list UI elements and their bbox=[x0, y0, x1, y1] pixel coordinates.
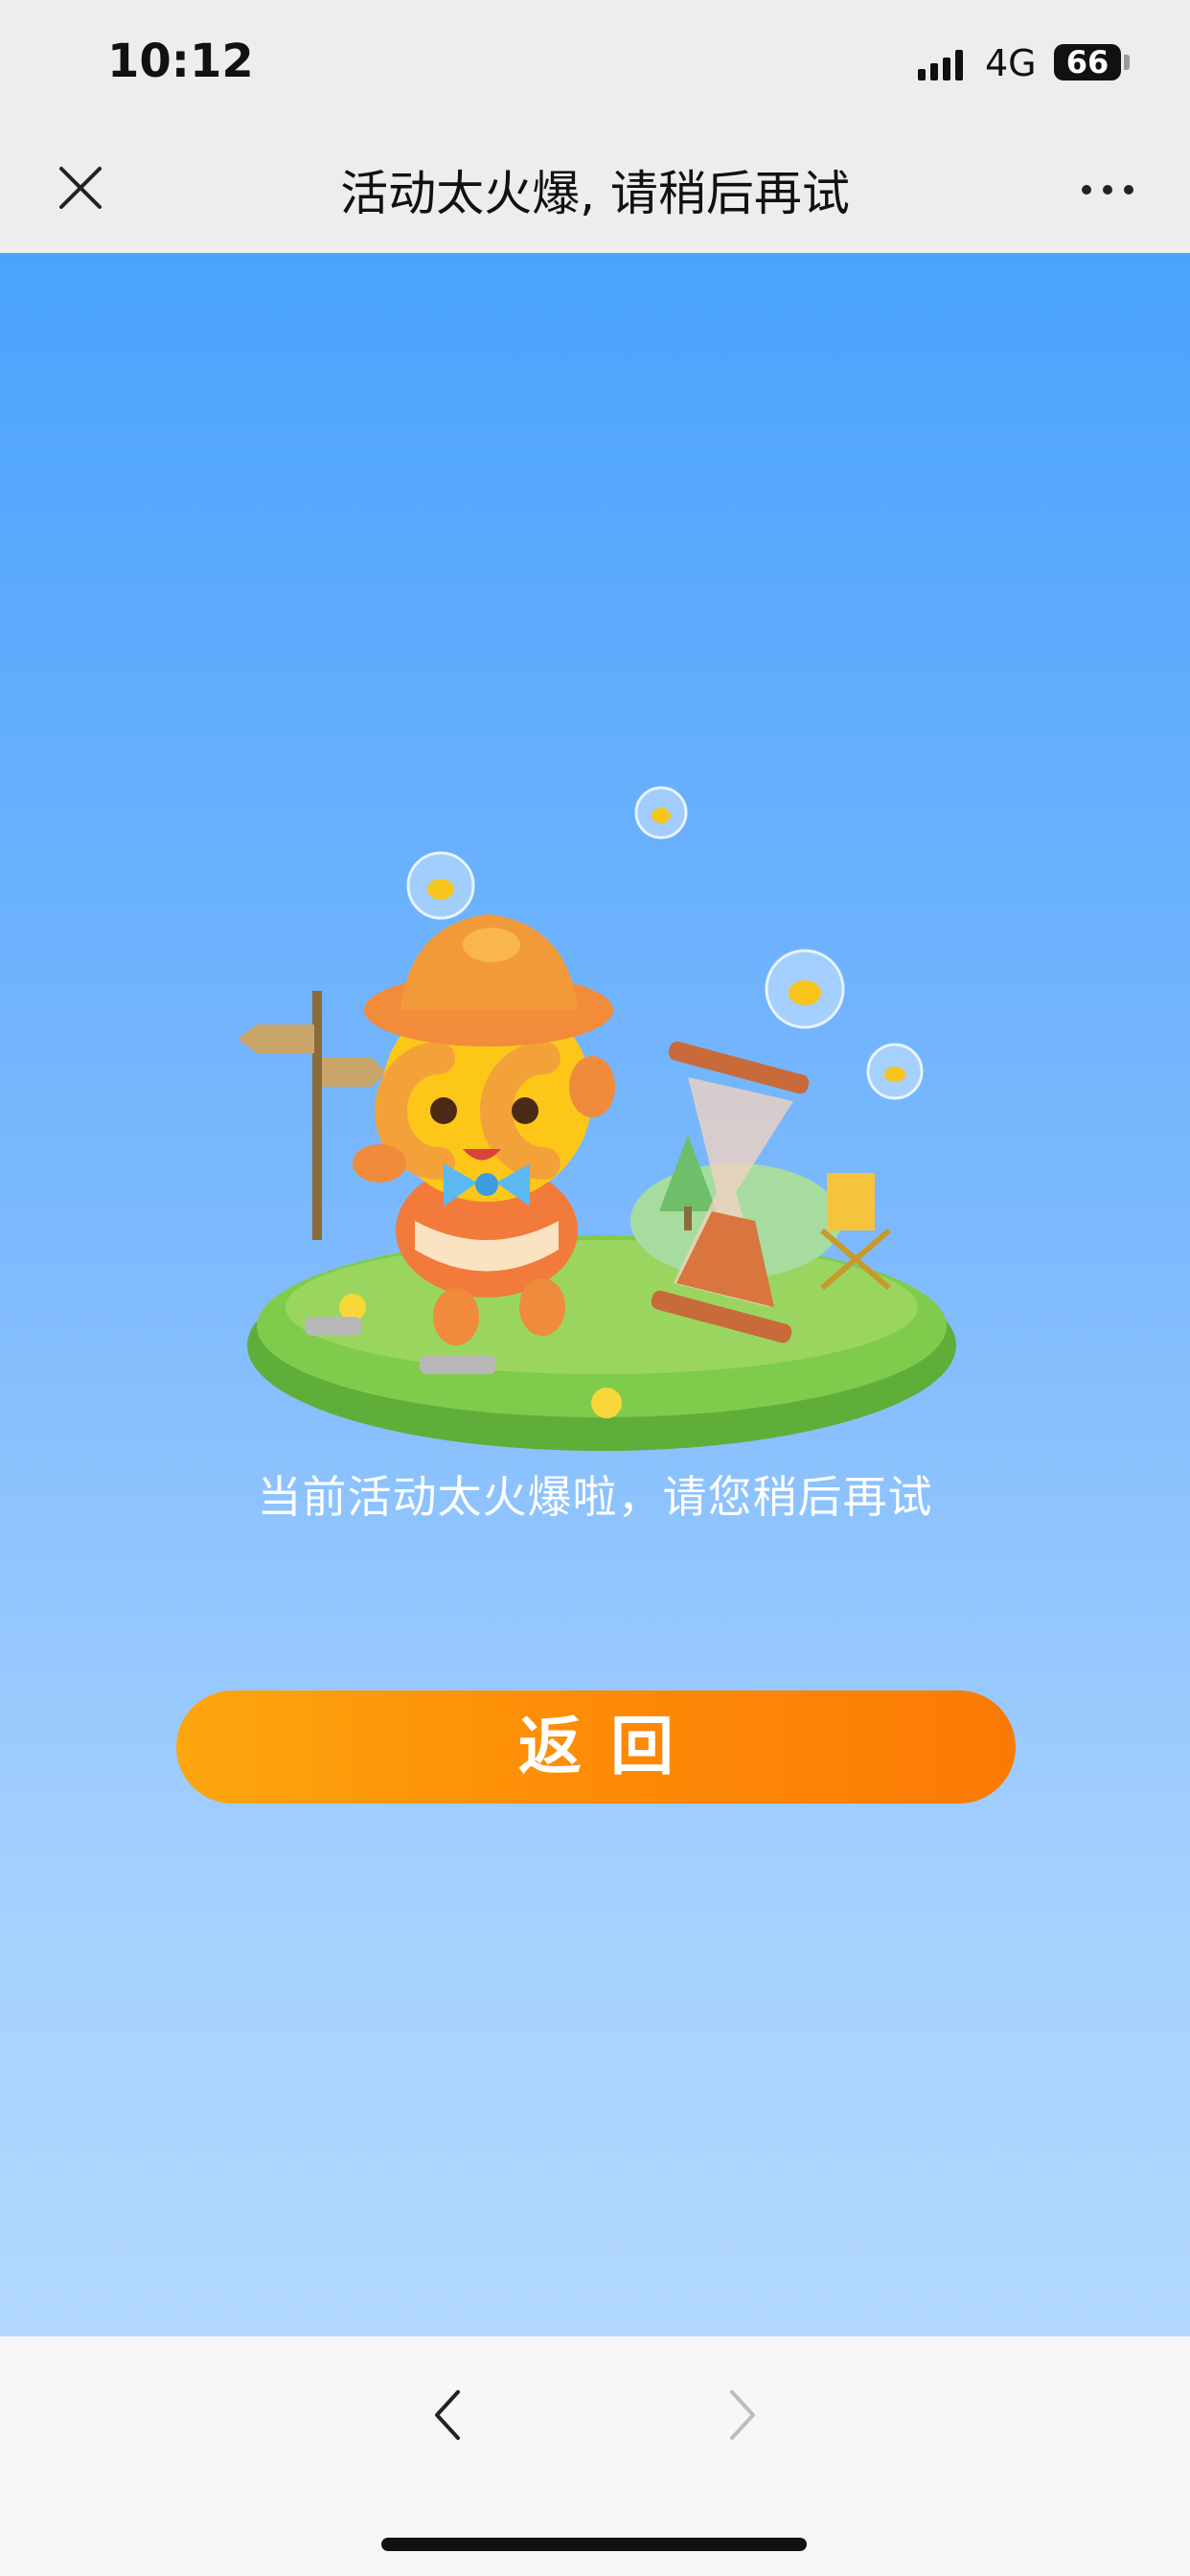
signal-icon bbox=[918, 50, 963, 80]
status-bar: 10:12 4G 66 bbox=[0, 0, 1190, 132]
back-arrow-icon[interactable] bbox=[429, 2386, 468, 2444]
status-time: 10:12 bbox=[107, 34, 254, 88]
content-area: 当前活动太火爆啦，请您稍后再试 返回 bbox=[0, 253, 1190, 2336]
battery-level: 66 bbox=[1065, 44, 1110, 80]
page-title: 活动太火爆, 请稍后再试 bbox=[340, 166, 850, 221]
battery-icon: 66 bbox=[1054, 44, 1121, 80]
mascot-hourglass-illustration bbox=[238, 786, 956, 1451]
network-label: 4G bbox=[985, 42, 1037, 84]
battery-cap bbox=[1124, 55, 1130, 70]
return-button[interactable]: 返回 bbox=[176, 1690, 1016, 1804]
forward-arrow-icon[interactable] bbox=[722, 2386, 761, 2444]
nav-bar: 活动太火爆, 请稍后再试 bbox=[0, 132, 1190, 253]
more-icon[interactable] bbox=[1079, 180, 1136, 199]
status-message: 当前活动太火爆啦，请您稍后再试 bbox=[257, 1471, 933, 1523]
home-indicator[interactable] bbox=[381, 2538, 807, 2551]
